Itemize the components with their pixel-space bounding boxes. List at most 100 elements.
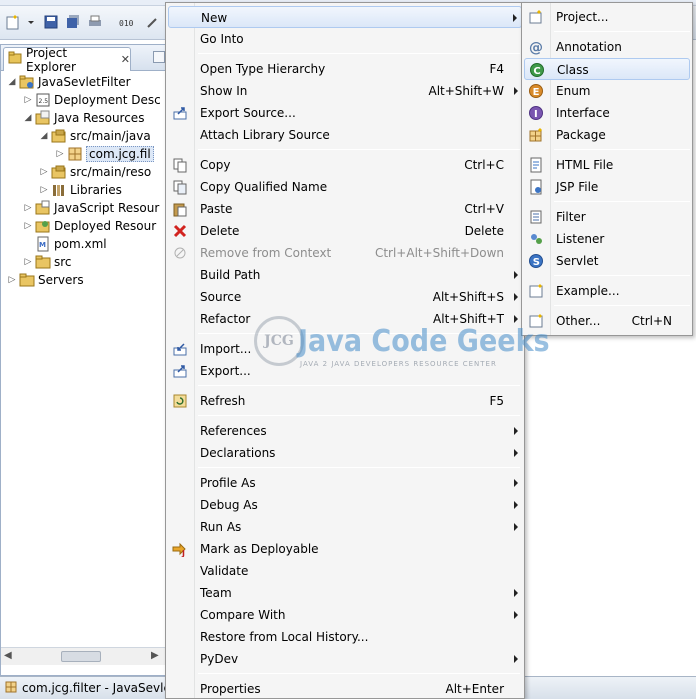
tree-item[interactable]: ◢ JavaSevletFilter [5,73,131,91]
menu-item-listener[interactable]: Listener [524,228,690,250]
collapsed-arrow-icon[interactable]: ▷ [21,257,35,267]
menu-item-debug-as[interactable]: Debug As [168,494,522,516]
menu-item-build-path[interactable]: Build Path [168,264,522,286]
tree-item[interactable]: ▷ 2.5 Deployment Desc [21,91,161,109]
tree-item[interactable]: ▷ com.jcg.fil [53,145,154,163]
tree-item[interactable]: ▷ Libraries [37,181,122,199]
menu-item-project[interactable]: Project... [524,6,690,28]
collapsed-arrow-icon[interactable]: ▷ [37,167,51,177]
menu-item-profile-as[interactable]: Profile As [168,472,522,494]
menu-item-other[interactable]: Other... Ctrl+N [524,310,690,332]
tree-item[interactable]: ▷ JavaScript Resour [21,199,159,217]
menu-item-servlet[interactable]: S Servlet [524,250,690,272]
print-icon[interactable] [86,13,104,31]
menu-item-delete[interactable]: Delete Delete [168,220,522,242]
menu-separator [554,275,690,276]
menu-item-html-file[interactable]: HTML File [524,154,690,176]
menu-item-team[interactable]: Team [168,582,522,604]
menu-item-paste[interactable]: Paste Ctrl+V [168,198,522,220]
menu-item-source[interactable]: Source Alt+Shift+S [168,286,522,308]
collapsed-arrow-icon[interactable]: ▷ [5,275,19,285]
new-wizard-icon[interactable] [4,13,22,31]
menu-item-class[interactable]: C Class [524,58,690,80]
menu-separator [198,467,520,468]
menu-separator [554,31,690,32]
other-icon [528,313,544,329]
deployment-descriptor-icon: 2.5 [35,92,51,108]
menu-item-label: Debug As [200,498,258,512]
scroll-left-icon[interactable]: ◀ [4,650,12,661]
menu-item-export[interactable]: Export... [168,360,522,382]
dropdown-arrow-icon[interactable] [22,13,40,31]
menu-item-shortcut: Delete [464,224,504,238]
menu-item-mark-as-deployable[interactable]: J Mark as Deployable [168,538,522,560]
close-icon[interactable]: ✕ [121,53,130,66]
menu-item-new[interactable]: New [168,6,522,28]
tree-item[interactable]: ▷ Deployed Resour [21,217,157,235]
menu-item-open-type-hierarchy[interactable]: Open Type Hierarchy F4 [168,58,522,80]
menu-item-label: Class [557,63,589,77]
menu-item-label: Other... [556,314,601,328]
menu-item-label: Package [556,128,606,142]
menu-item-go-into[interactable]: Go Into [168,28,522,50]
menu-item-pydev[interactable]: PyDev [168,648,522,670]
menu-item-enum[interactable]: E Enum [524,80,690,102]
menu-item-label: Declarations [200,446,276,460]
menu-item-declarations[interactable]: Declarations [168,442,522,464]
tab-project-explorer[interactable]: Project Explorer ✕ [3,46,131,74]
tree-item-label: src [54,255,72,269]
minimize-icon[interactable] [153,51,165,63]
menu-item-label: Show In [200,84,248,98]
menu-item-package[interactable]: Package [524,124,690,146]
menu-item-example[interactable]: Example... [524,280,690,302]
save-icon[interactable] [42,13,60,31]
horizontal-scrollbar[interactable]: ◀ ▶ [1,647,165,665]
tree-item[interactable]: Mpom.xml [21,235,107,253]
tree-item[interactable]: ◢ Java Resources [21,109,144,127]
expanded-arrow-icon[interactable]: ◢ [21,113,35,123]
collapsed-arrow-icon[interactable]: ▷ [37,185,51,195]
menu-item-restore-from-local-history[interactable]: Restore from Local History... [168,626,522,648]
menu-separator [198,673,520,674]
collapsed-arrow-icon[interactable]: ▷ [53,149,67,159]
menu-item-compare-with[interactable]: Compare With [168,604,522,626]
project-explorer-icon [8,51,22,68]
menu-item-jsp-file[interactable]: JSP File [524,176,690,198]
menu-item-properties[interactable]: Properties Alt+Enter [168,678,522,699]
menu-item-copy-qualified-name[interactable]: Copy Qualified Name [168,176,522,198]
collapsed-arrow-icon[interactable]: ▷ [21,95,35,105]
menu-item-annotation[interactable]: @ Annotation [524,36,690,58]
menu-item-label: Restore from Local History... [200,630,369,644]
menu-item-validate[interactable]: Validate [168,560,522,582]
collapsed-arrow-icon[interactable]: ▷ [21,203,35,213]
menu-item-attach-library-source[interactable]: Attach Library Source [168,124,522,146]
binary-icon[interactable]: 010 [118,13,136,31]
tool-icon[interactable] [144,13,162,31]
menu-item-import[interactable]: Import... [168,338,522,360]
menu-item-copy[interactable]: Copy Ctrl+C [168,154,522,176]
tree-item[interactable]: ▷ Servers [5,271,84,289]
save-all-icon[interactable] [64,13,82,31]
tree-item[interactable]: ◢ src/main/java [37,127,151,145]
tree-item[interactable]: ▷ src [21,253,72,271]
menu-item-shortcut: Alt+Shift+T [433,312,504,326]
menu-item-refactor[interactable]: Refactor Alt+Shift+T [168,308,522,330]
expanded-arrow-icon[interactable]: ◢ [5,77,19,87]
tree-item-label: src/main/java [70,129,151,143]
menu-item-refresh[interactable]: Refresh F5 [168,390,522,412]
scroll-thumb[interactable] [61,651,101,662]
tree-item[interactable]: ▷ src/main/reso [37,163,152,181]
menu-item-filter[interactable]: Filter [524,206,690,228]
menu-item-export-source[interactable]: Export Source... [168,102,522,124]
expanded-arrow-icon[interactable]: ◢ [37,131,51,141]
menu-item-interface[interactable]: I Interface [524,102,690,124]
menu-item-label: Go Into [200,32,244,46]
scroll-right-icon[interactable]: ▶ [151,650,159,661]
menu-item-show-in[interactable]: Show In Alt+Shift+W [168,80,522,102]
menu-item-run-as[interactable]: Run As [168,516,522,538]
menu-item-references[interactable]: References [168,420,522,442]
deployable-icon: J [172,541,188,557]
interface-icon: I [528,105,544,121]
menu-item-label: Properties [200,682,261,696]
collapsed-arrow-icon[interactable]: ▷ [21,221,35,231]
